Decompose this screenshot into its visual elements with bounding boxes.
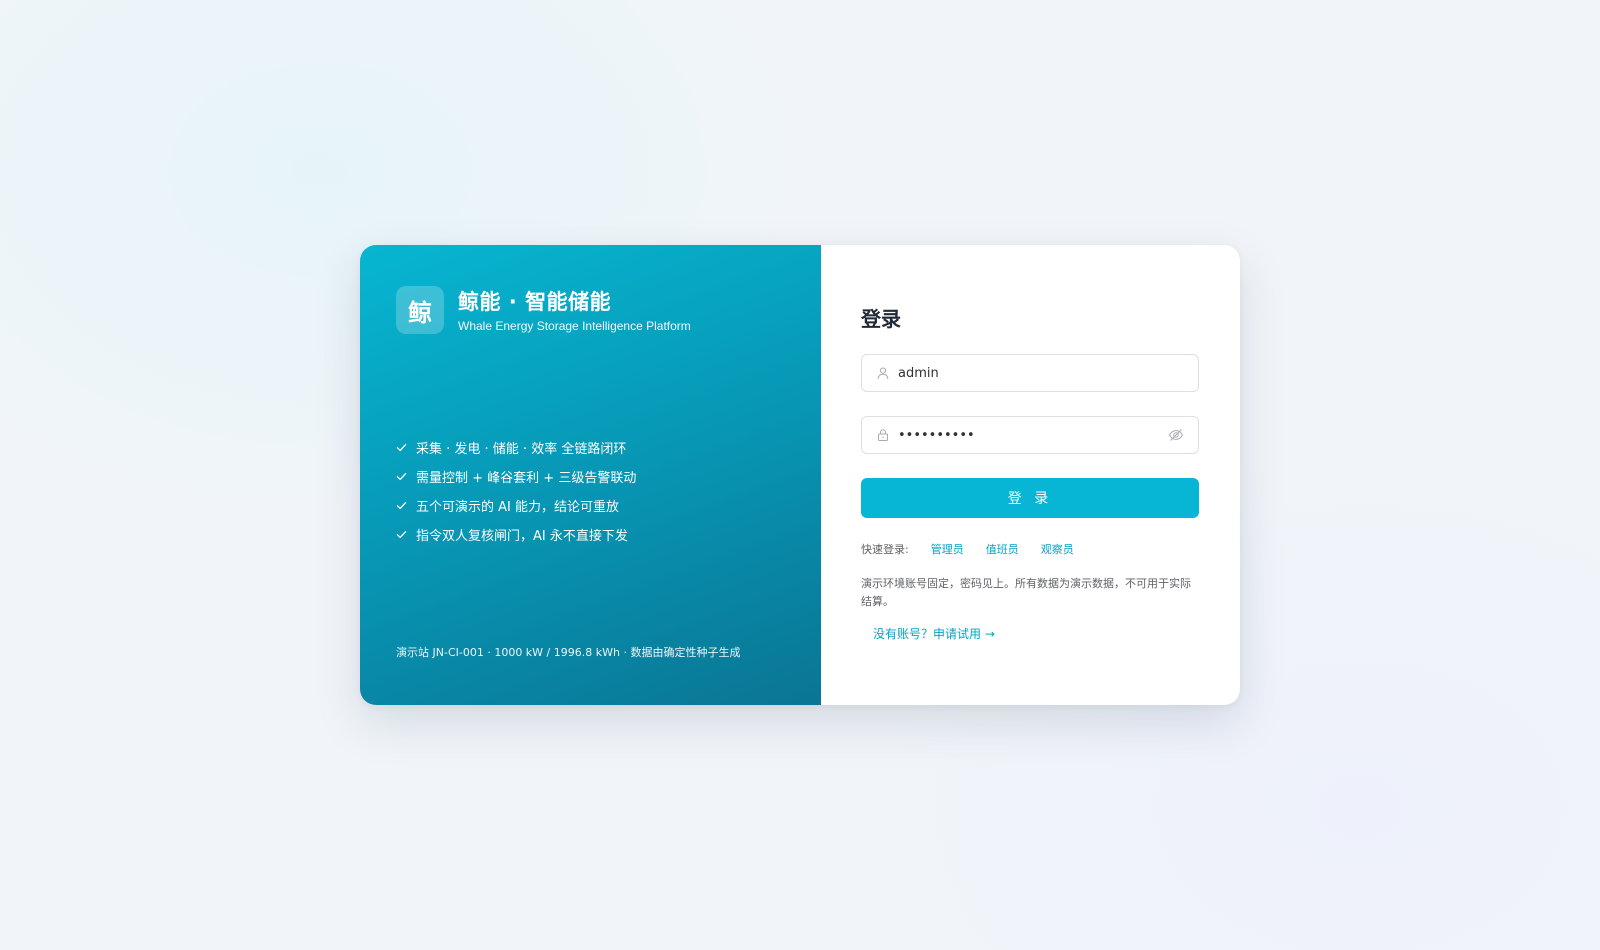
user-icon — [877, 367, 889, 379]
feature-text: 采集 · 发电 · 储能 · 效率 全链路闭环 — [416, 442, 627, 457]
quick-login-label: 快速登录: — [861, 543, 909, 556]
password-field[interactable] — [861, 416, 1199, 454]
feature-text: 需量控制 + 峰谷套利 + 三级告警联动 — [416, 471, 637, 486]
quick-login-observer[interactable]: 观察员 — [1041, 541, 1074, 557]
brand-text: 鲸能 · 智能储能 Whale Energy Storage Intellige… — [458, 288, 691, 333]
login-title: 登录 — [861, 307, 901, 331]
check-icon — [396, 530, 407, 539]
quick-login-admin[interactable]: 管理员 — [931, 541, 964, 557]
demo-notice: 演示环境账号固定，密码见上。所有数据为演示数据，不可用于实际结算。 — [861, 577, 1191, 608]
feature-item: 需量控制 + 峰谷套利 + 三级告警联动 — [396, 462, 636, 491]
brand-subtitle: Whale Energy Storage Intelligence Platfo… — [458, 318, 691, 333]
station-footnote: 演示站 JN-CI-001 · 1000 kW / 1996.8 kWh · 数… — [396, 646, 741, 659]
feature-item: 五个可演示的 AI 能力，结论可重放 — [396, 491, 636, 520]
feature-list: 采集 · 发电 · 储能 · 效率 全链路闭环 需量控制 + 峰谷套利 + 三级… — [396, 433, 636, 549]
login-card: 鲸 鲸能 · 智能储能 Whale Energy Storage Intelli… — [360, 245, 1240, 705]
feature-item: 指令双人复核闸门，AI 永不直接下发 — [396, 520, 636, 549]
brand-panel: 鲸 鲸能 · 智能储能 Whale Energy Storage Intelli… — [360, 245, 821, 705]
quick-login-operator[interactable]: 值班员 — [986, 541, 1019, 557]
eye-off-icon[interactable] — [1168, 427, 1184, 443]
logo: 鲸 — [396, 286, 444, 334]
check-icon — [396, 501, 407, 510]
quick-login: 快速登录: 管理员 值班员 观察员 — [861, 541, 1074, 557]
check-icon — [396, 443, 407, 452]
brand: 鲸 鲸能 · 智能储能 Whale Energy Storage Intelli… — [396, 286, 691, 334]
username-field[interactable] — [861, 354, 1199, 392]
username-input[interactable] — [898, 355, 1198, 391]
lock-icon — [878, 429, 888, 441]
feature-text: 指令双人复核闸门，AI 永不直接下发 — [416, 529, 628, 544]
login-panel: 登录 登 录 快速登录: 管理员 值班员 — [821, 245, 1240, 705]
check-icon — [396, 472, 407, 481]
brand-title: 鲸能 · 智能储能 — [458, 289, 612, 314]
feature-text: 五个可演示的 AI 能力，结论可重放 — [416, 500, 619, 515]
feature-item: 采集 · 发电 · 储能 · 效率 全链路闭环 — [396, 433, 636, 462]
login-button[interactable]: 登 录 — [861, 478, 1199, 518]
password-input[interactable] — [898, 417, 1168, 453]
apply-trial-link[interactable]: 没有账号？申请试用 → — [873, 625, 995, 642]
